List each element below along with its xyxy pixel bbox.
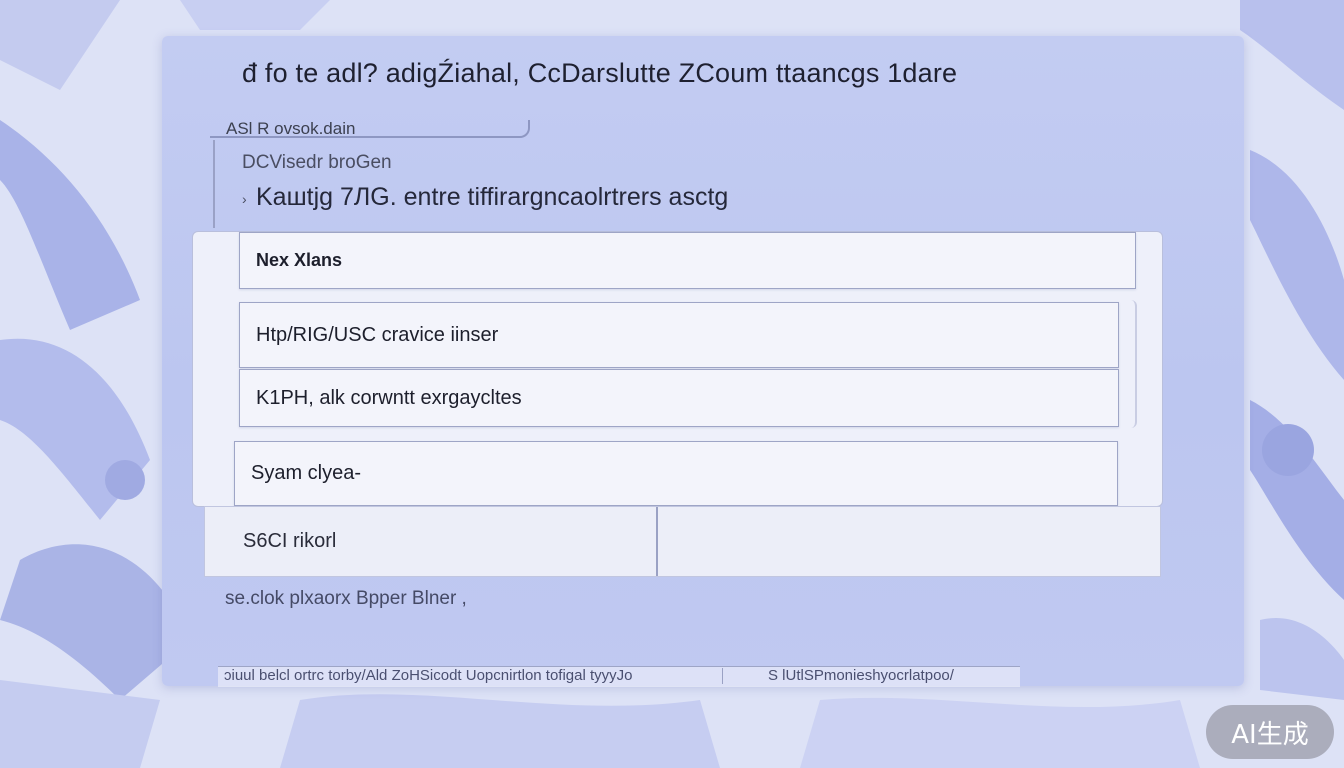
status-right-text: S lUtlSPmonieshyocrlatpoo/ <box>768 667 954 684</box>
tab-label[interactable]: ASl R ovsok.dain <box>226 119 355 139</box>
status-separator <box>722 668 723 684</box>
list-item-label: S6CI rikorl <box>205 507 658 576</box>
section-sub-label: DCVisedr broGen <box>242 152 392 173</box>
list-item[interactable]: Syam clyea- <box>234 441 1118 506</box>
section-description: Kaшtjg 7ЛG. entre tiffirargncaolrtrers a… <box>256 183 729 211</box>
chevron-right-icon: › <box>242 191 247 207</box>
dialog-title: đ fo te adl? adigŹiahal, CcDarslutte ZCo… <box>242 58 958 88</box>
list-item[interactable]: Nex Xlans <box>239 232 1136 289</box>
list-item-label: Htp/RIG/USC cravice iinser <box>256 323 499 346</box>
list-item[interactable]: S6CI rikorl <box>204 506 1161 577</box>
status-left-text: ɔiuul belcl ortrc torby/Ald ZoHSicodt Uo… <box>224 667 633 684</box>
footer-hint: se.clok plxaorx Bpper Blner , <box>225 588 467 609</box>
list-item[interactable]: Htp/RIG/USC cravice iinser <box>239 302 1119 368</box>
list-item[interactable]: K1PH, alk corwntt exrgaycltes <box>239 369 1119 427</box>
list-item-label: Nex Xlans <box>256 250 343 270</box>
list-item-label: Syam clyea- <box>251 462 362 484</box>
ai-generated-badge: AI生成 <box>1206 705 1334 759</box>
section-bracket <box>213 140 229 228</box>
list-item-label: K1PH, alk corwntt exrgaycltes <box>256 386 522 409</box>
list-scrollbar[interactable] <box>1126 300 1137 428</box>
